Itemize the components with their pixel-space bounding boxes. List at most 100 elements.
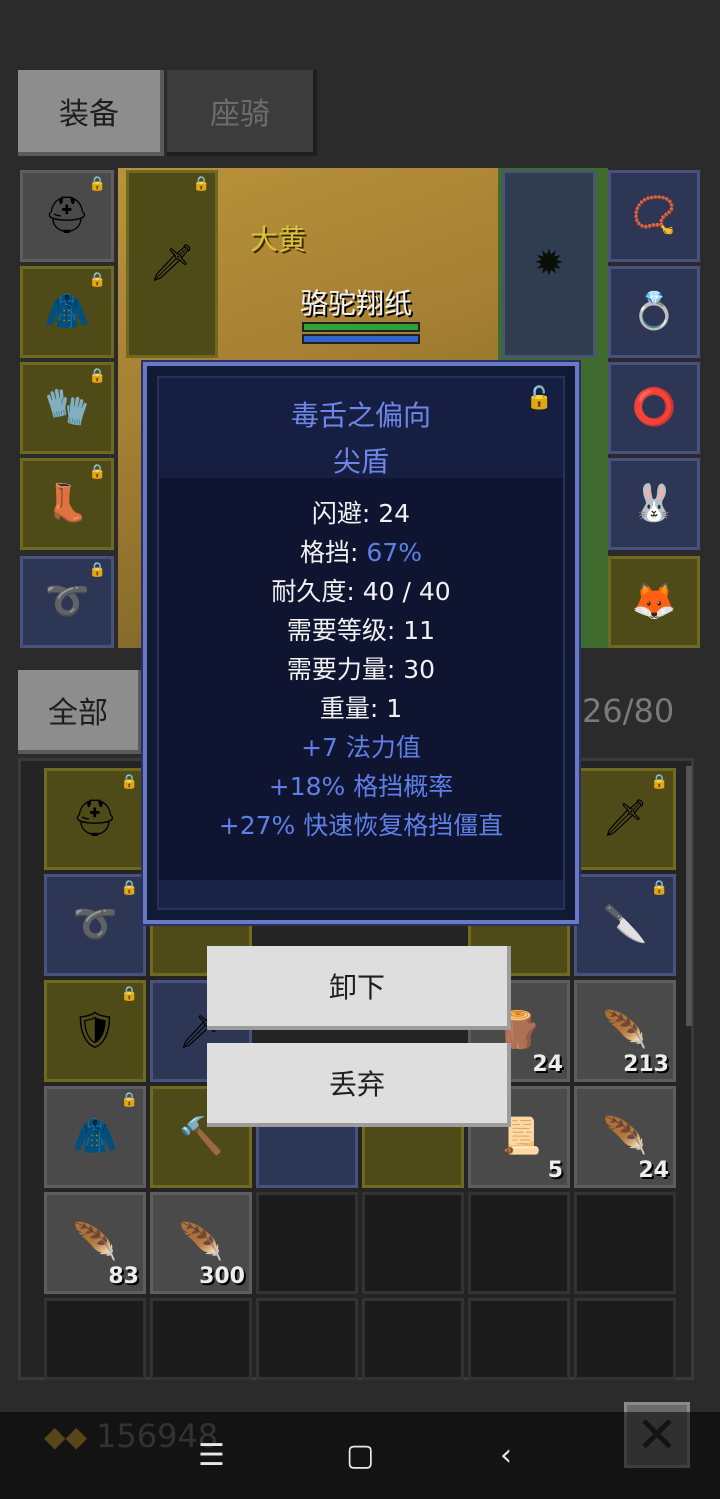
ring-icon: 💍 <box>631 291 677 332</box>
inventory-slot[interactable]: 🪶 300 <box>150 1192 252 1294</box>
tab-mount[interactable]: 座骑 <box>167 70 317 156</box>
item-count: 213 <box>623 1052 669 1077</box>
inventory-slot[interactable] <box>574 1298 676 1380</box>
lock-icon: 🔒 <box>88 562 106 578</box>
inventory-slot[interactable]: 🗡 🔒 <box>574 768 676 870</box>
discard-button[interactable]: 丢弃 <box>207 1043 511 1127</box>
inventory-slot[interactable] <box>468 1192 570 1294</box>
inventory-slot[interactable] <box>44 1298 146 1380</box>
item-count: 5 <box>547 1158 563 1183</box>
lock-icon: 🔒 <box>88 464 106 480</box>
spiked-shield-icon: ✹ <box>533 243 565 284</box>
filter-all-tab[interactable]: 全部 <box>18 670 142 754</box>
ring-icon: ⭕ <box>631 387 677 428</box>
inventory-slot[interactable] <box>362 1298 464 1380</box>
inventory-slot[interactable] <box>150 1298 252 1380</box>
lock-icon: 🔒 <box>120 880 138 896</box>
lock-icon: 🔒 <box>120 986 138 1002</box>
armor-icon: 🧥 <box>44 291 90 332</box>
lock-icon: 🔒 <box>120 1092 138 1108</box>
inventory-slot[interactable]: ➰ 🔒 <box>44 874 146 976</box>
lock-icon: 🔒 <box>192 176 210 192</box>
red-feather-icon: 🪶 <box>602 1116 648 1157</box>
sword-icon: 🗡 <box>149 243 195 284</box>
game-screen: 装备 座骑 大黄 骆驼翔纸 ⛑ 🔒 🧥 🔒 🧤 🔒 👢 🔒 ➰ 🔒 🗡 🔒 ✹ 📿 💍 ⭕ … <box>0 0 720 1499</box>
equip-slot-pet2[interactable]: 🦊 <box>608 556 700 648</box>
inventory-scrollbar[interactable] <box>686 766 692 1026</box>
item-name: 毒舌之偏向 <box>290 399 431 432</box>
stat-dodge: 闪避: 24 <box>311 499 411 528</box>
gloves-icon: 🧤 <box>44 387 90 428</box>
lock-icon: 🔒 <box>650 774 668 790</box>
stat-durability: 耐久度: 40 / 40 <box>271 577 451 606</box>
inventory-slot[interactable]: 🪶 24 <box>574 1086 676 1188</box>
stat-required-strength: 需要力量: 30 <box>286 655 436 684</box>
lock-icon: 🔒 <box>88 176 106 192</box>
item-count: 300 <box>199 1264 245 1289</box>
unequip-button[interactable]: 卸下 <box>207 946 511 1030</box>
lock-icon: 🔒 <box>120 774 138 790</box>
equip-slot-weapon[interactable]: 🗡 🔒 <box>126 170 218 358</box>
affix-mana: +7 法力值 <box>301 733 421 762</box>
player-name-label: 骆驼翔纸 <box>300 287 413 320</box>
belt-icon: ➰ <box>72 904 118 945</box>
dagger-icon: 🔪 <box>602 904 648 945</box>
round-shield-icon: 🛡 <box>72 1010 118 1051</box>
equip-slot-gloves[interactable]: 🧤 🔒 <box>20 362 114 454</box>
item-count: 24 <box>638 1158 669 1183</box>
helmet-icon: ⛑ <box>72 798 118 839</box>
hp-bar <box>302 322 420 332</box>
inventory-slot[interactable]: 🔪 🔒 <box>574 874 676 976</box>
equip-slot-helmet[interactable]: ⛑ 🔒 <box>20 170 114 262</box>
pet-portrait-icon: 🐰 <box>631 483 677 524</box>
boots-icon: 👢 <box>44 483 90 524</box>
belt-icon: ➰ <box>44 581 90 622</box>
helmet-icon: ⛑ <box>44 195 90 236</box>
inventory-slot[interactable]: 🪶 213 <box>574 980 676 1082</box>
stat-block-value: 67% <box>366 538 422 567</box>
equip-slot-chest[interactable]: 🧥 🔒 <box>20 266 114 358</box>
equip-slot-amulet[interactable]: 📿 <box>608 170 700 262</box>
blue-feather-icon: 🪶 <box>178 1222 224 1263</box>
equip-slot-ring2[interactable]: ⭕ <box>608 362 700 454</box>
red-feather-icon: 🪶 <box>72 1222 118 1263</box>
inventory-slot[interactable]: 🛡 🔒 <box>44 980 146 1082</box>
equip-slot-offhand[interactable]: ✹ <box>502 170 596 358</box>
pet-portrait-icon: 🦊 <box>631 581 677 622</box>
tooltip-body: 🔓 毒舌之偏向 尖盾 闪避: 24 格挡: 67% 耐久度: 40 / 40 需… <box>157 376 565 910</box>
affix-block-chance: +18% 格挡概率 <box>268 772 454 801</box>
tooltip-footer <box>159 880 563 908</box>
inventory-slot[interactable]: ⛑ 🔒 <box>44 768 146 870</box>
inventory-slot[interactable] <box>256 1298 358 1380</box>
inventory-slot[interactable]: 🧥 🔒 <box>44 1086 146 1188</box>
item-tooltip: 🔓 毒舌之偏向 尖盾 闪避: 24 格挡: 67% 耐久度: 40 / 40 需… <box>143 362 579 924</box>
back-icon[interactable]: ‹ <box>500 1438 512 1473</box>
inventory-slot[interactable] <box>574 1192 676 1294</box>
stat-weight: 重量: 1 <box>319 694 403 723</box>
item-count: 83 <box>108 1264 139 1289</box>
mp-bar <box>302 334 420 344</box>
lock-icon: 🔒 <box>650 880 668 896</box>
recent-apps-icon[interactable]: ☰ <box>198 1438 225 1473</box>
equip-slot-belt[interactable]: ➰ 🔒 <box>20 556 114 648</box>
stat-required-level: 需要等级: 11 <box>286 616 436 645</box>
blue-feather-icon: 🪶 <box>602 1010 648 1051</box>
stat-block-label: 格挡: <box>300 538 367 567</box>
lock-icon: 🔒 <box>88 368 106 384</box>
home-icon[interactable]: ▢ <box>346 1438 374 1473</box>
inventory-slot[interactable]: 🪶 83 <box>44 1192 146 1294</box>
inventory-slot[interactable] <box>468 1298 570 1380</box>
equip-slot-pet1[interactable]: 🐰 <box>608 458 700 550</box>
inventory-slot[interactable] <box>256 1192 358 1294</box>
inventory-slot[interactable] <box>362 1192 464 1294</box>
equip-slot-boots[interactable]: 👢 🔒 <box>20 458 114 550</box>
armor-icon: 🧥 <box>72 1116 118 1157</box>
sword-icon: 🗡 <box>602 798 648 839</box>
item-count: 24 <box>532 1052 563 1077</box>
item-type: 尖盾 <box>332 445 389 478</box>
tab-equipment[interactable]: 装备 <box>18 70 164 156</box>
affix-block-recovery: +27% 快速恢复格挡僵直 <box>218 811 504 840</box>
equip-slot-ring1[interactable]: 💍 <box>608 266 700 358</box>
stat-block: 格挡: 67% <box>159 533 563 569</box>
amulet-icon: 📿 <box>631 195 677 236</box>
